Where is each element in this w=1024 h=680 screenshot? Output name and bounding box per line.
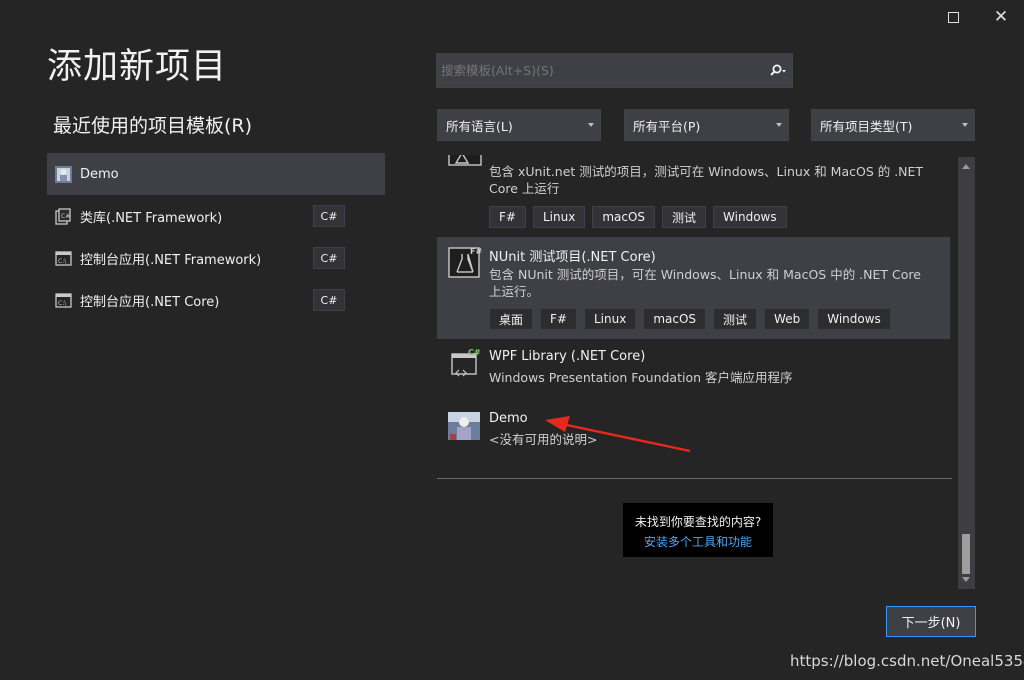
template-tag: Linux — [583, 308, 637, 330]
template-name: WPF Library (.NET Core) — [489, 349, 646, 364]
svg-text:C:\: C:\ — [58, 300, 67, 307]
recent-item-console-core[interactable]: C:\ 控制台应用(.NET Core) C# — [47, 279, 385, 321]
scroll-down-icon[interactable] — [962, 577, 970, 582]
template-tag: F# — [489, 206, 526, 228]
template-tag: macOS — [643, 308, 707, 330]
platform-filter-value: 所有平台(P) — [633, 118, 701, 134]
svg-text:F#: F# — [470, 247, 482, 256]
not-found-question: 未找到你要查找的内容? — [634, 515, 762, 529]
template-tags: F# Linux macOS 测试 Windows — [489, 206, 787, 228]
template-search-box[interactable] — [436, 53, 793, 88]
class-library-icon: C# — [55, 207, 71, 225]
language-filter-value: 所有语言(L) — [446, 118, 513, 134]
scrollbar-thumb[interactable] — [962, 534, 970, 574]
scroll-up-icon[interactable] — [962, 164, 970, 169]
annotation-arrow — [545, 416, 691, 453]
chevron-down-icon — [776, 123, 782, 127]
next-button[interactable]: 下一步(N) — [886, 606, 976, 637]
recent-item-label: 类库(.NET Framework) — [80, 210, 223, 226]
language-tag: C# — [313, 247, 345, 269]
template-tag: 测试 — [662, 206, 707, 228]
recent-item-label: 控制台应用(.NET Core) — [80, 294, 220, 310]
results-scrollbar[interactable] — [958, 157, 975, 589]
demo-template-icon — [448, 412, 480, 440]
template-description: Windows Presentation Foundation 客户端应用程序 — [489, 370, 793, 385]
results-divider — [437, 478, 952, 479]
recent-templates-title: 最近使用的项目模板(R) — [53, 115, 253, 137]
template-tag: Windows — [713, 206, 787, 228]
template-tag: Windows — [817, 308, 891, 330]
template-tag: Linux — [532, 206, 586, 228]
watermark: https://blog.csdn.net/Oneal5354 — [790, 652, 1024, 670]
recent-item-label: 控制台应用(.NET Framework) — [80, 252, 262, 268]
recent-item-class-library[interactable]: C# 类库(.NET Framework) C# — [47, 195, 385, 237]
search-input[interactable] — [437, 63, 764, 78]
template-description: 包含 NUnit 测试的项目，可在 Windows、Linux 和 MacOS … — [489, 267, 921, 299]
language-filter-dropdown[interactable]: 所有语言(L) — [437, 109, 601, 141]
template-item-wpf-library[interactable]: C# WPF Library (.NET Core) Windows Prese… — [437, 342, 950, 400]
close-button[interactable]: ✕ — [986, 4, 1016, 30]
language-tag: C# — [313, 289, 345, 311]
chevron-down-icon — [962, 123, 968, 127]
svg-text:C#: C# — [468, 348, 481, 357]
install-tools-link[interactable]: 安装多个工具和功能 — [623, 533, 773, 550]
template-tag: macOS — [592, 206, 656, 228]
template-item-nunit[interactable]: F# NUnit 测试项目(.NET Core) 包含 NUnit 测试的项目，… — [437, 237, 950, 339]
maximize-icon — [947, 11, 959, 23]
recent-item-label: Demo — [80, 166, 119, 182]
nunit-test-icon: F# — [448, 247, 482, 278]
template-tag: Web — [764, 308, 811, 330]
console-app-icon: C:\ — [55, 292, 72, 308]
project-type-filter-dropdown[interactable]: 所有项目类型(T) — [811, 109, 975, 141]
xunit-test-icon — [448, 155, 482, 166]
not-found-box: 未找到你要查找的内容? 安装多个工具和功能 — [623, 503, 773, 557]
project-type-filter-value: 所有项目类型(T) — [820, 118, 913, 134]
maximize-button[interactable] — [938, 4, 968, 30]
template-tag: 桌面 — [489, 308, 534, 330]
template-description: 包含 xUnit.net 测试的项目，测试可在 Windows、Linux 和 … — [489, 164, 924, 196]
page-title: 添加新项目 — [47, 47, 228, 87]
recent-item-demo[interactable]: Demo — [47, 153, 385, 195]
template-tags: 桌面 F# Linux macOS 测试 Web Windows — [489, 308, 891, 330]
template-name: NUnit 测试项目(.NET Core) — [489, 250, 656, 265]
recent-templates-list: Demo C# 类库(.NET Framework) C# C:\ 控制台应用(… — [47, 153, 385, 321]
template-item-xunit[interactable]: 包含 xUnit.net 测试的项目，测试可在 Windows、Linux 和 … — [437, 155, 950, 236]
svg-text:C:\: C:\ — [58, 258, 67, 265]
platform-filter-dropdown[interactable]: 所有平台(P) — [624, 109, 789, 141]
search-icon[interactable] — [764, 64, 792, 78]
console-app-icon: C:\ — [55, 250, 72, 266]
chevron-down-icon — [588, 123, 594, 127]
template-name: Demo — [489, 411, 528, 426]
wpf-library-icon: C# — [451, 348, 481, 377]
close-icon: ✕ — [993, 6, 1009, 27]
svg-text:C#: C# — [61, 213, 70, 220]
template-tag: 测试 — [713, 308, 758, 330]
template-tag: F# — [540, 308, 577, 330]
language-tag: C# — [313, 205, 345, 227]
demo-template-icon — [55, 165, 72, 183]
recent-item-console-framework[interactable]: C:\ 控制台应用(.NET Framework) C# — [47, 237, 385, 279]
